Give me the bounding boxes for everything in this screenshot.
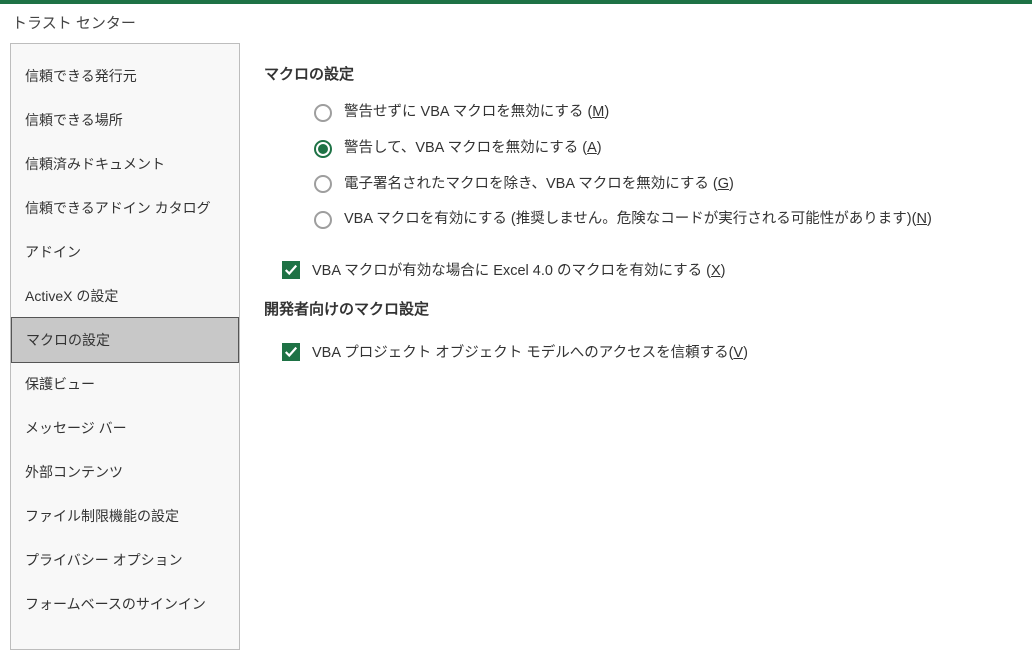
window-title: トラスト センター bbox=[0, 4, 1032, 43]
sidebar-item[interactable]: 信頼できるアドイン カタログ bbox=[11, 186, 239, 230]
radio-option[interactable]: 電子署名されたマクロを除き、VBA マクロを無効にする (G) bbox=[314, 174, 1008, 196]
radio-icon bbox=[314, 104, 332, 122]
radio-icon bbox=[314, 175, 332, 193]
sidebar-item[interactable]: ActiveX の設定 bbox=[11, 274, 239, 318]
radio-label: 警告せずに VBA マクロを無効にする (M) bbox=[344, 102, 609, 124]
sidebar-item[interactable]: ファイル制限機能の設定 bbox=[11, 494, 239, 538]
sidebar: 信頼できる発行元信頼できる場所信頼済みドキュメント信頼できるアドイン カタログア… bbox=[10, 43, 240, 650]
checkbox-trust-vba-project[interactable]: VBA プロジェクト オブジェクト モデルへのアクセスを信頼する(V) bbox=[264, 341, 1008, 362]
radio-label: 警告して、VBA マクロを無効にする (A) bbox=[344, 138, 602, 160]
sidebar-item[interactable]: 外部コンテンツ bbox=[11, 450, 239, 494]
section-heading-developer-macro: 開発者向けのマクロ設定 bbox=[264, 298, 1008, 319]
checkbox-label: VBA プロジェクト オブジェクト モデルへのアクセスを信頼する(V) bbox=[312, 341, 748, 362]
radio-option[interactable]: VBA マクロを有効にする (推奨しません。危険なコードが実行される可能性があり… bbox=[314, 209, 1008, 231]
sidebar-item[interactable]: フォームベースのサインイン bbox=[11, 582, 239, 626]
radio-icon bbox=[314, 211, 332, 229]
radio-option[interactable]: 警告せずに VBA マクロを無効にする (M) bbox=[314, 102, 1008, 124]
sidebar-item[interactable]: マクロの設定 bbox=[11, 317, 239, 363]
radio-label: VBA マクロを有効にする (推奨しません。危険なコードが実行される可能性があり… bbox=[344, 209, 932, 231]
sidebar-item[interactable]: 信頼できる場所 bbox=[11, 98, 239, 142]
body-area: 信頼できる発行元信頼できる場所信頼済みドキュメント信頼できるアドイン カタログア… bbox=[0, 43, 1032, 650]
section-heading-macro-settings: マクロの設定 bbox=[264, 63, 1008, 84]
radio-icon bbox=[314, 140, 332, 158]
sidebar-item[interactable]: アドイン bbox=[11, 230, 239, 274]
sidebar-item[interactable]: プライバシー オプション bbox=[11, 538, 239, 582]
trust-center-window: トラスト センター 信頼できる発行元信頼できる場所信頼済みドキュメント信頼できる… bbox=[0, 0, 1032, 650]
checkbox-label: VBA マクロが有効な場合に Excel 4.0 のマクロを有効にする (X) bbox=[312, 259, 725, 280]
radio-label: 電子署名されたマクロを除き、VBA マクロを無効にする (G) bbox=[344, 174, 734, 196]
radio-option[interactable]: 警告して、VBA マクロを無効にする (A) bbox=[314, 138, 1008, 160]
macro-radio-group: 警告せずに VBA マクロを無効にする (M) 警告して、VBA マクロを無効にす… bbox=[264, 102, 1008, 231]
sidebar-item[interactable]: 保護ビュー bbox=[11, 362, 239, 406]
checkbox-excel4-macros[interactable]: VBA マクロが有効な場合に Excel 4.0 のマクロを有効にする (X) bbox=[264, 259, 1008, 280]
sidebar-item[interactable]: 信頼済みドキュメント bbox=[11, 142, 239, 186]
content-panel: マクロの設定 警告せずに VBA マクロを無効にする (M) 警告して、VBA マ… bbox=[240, 43, 1032, 650]
sidebar-item[interactable]: メッセージ バー bbox=[11, 406, 239, 450]
checkbox-icon bbox=[282, 261, 300, 279]
checkbox-icon bbox=[282, 343, 300, 361]
sidebar-item[interactable]: 信頼できる発行元 bbox=[11, 54, 239, 98]
